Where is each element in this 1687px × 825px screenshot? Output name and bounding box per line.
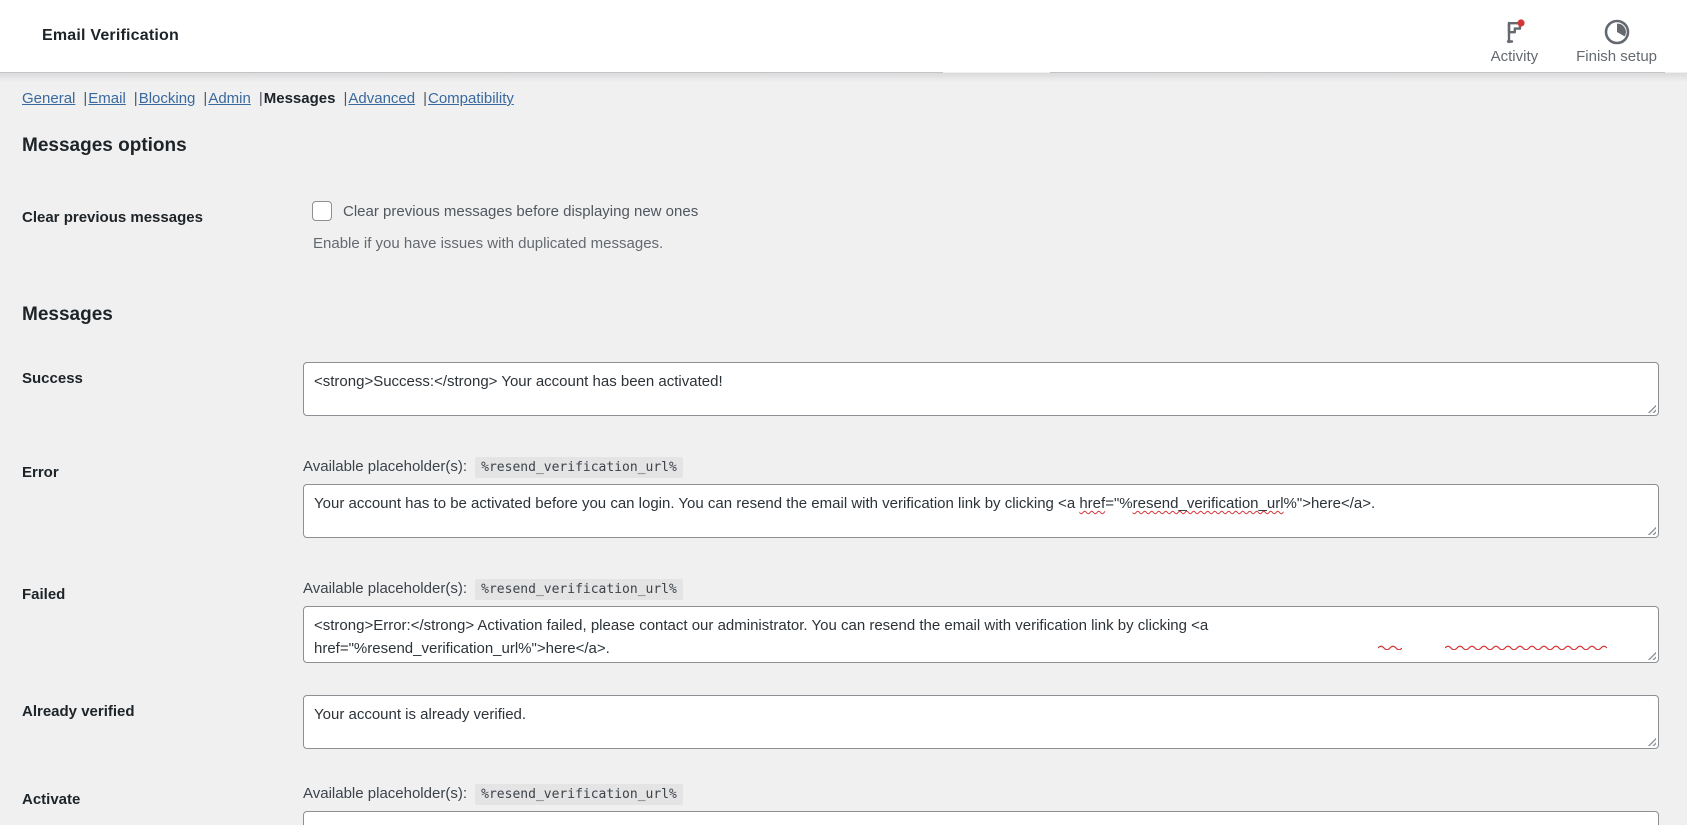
- available-placeholders-label: Available placeholder(s):: [303, 580, 467, 597]
- failed-message-line2: href="%resend_verification_url%">here</a…: [314, 640, 610, 657]
- page-title: Email Verification: [42, 27, 179, 44]
- failed-message-row: Failed Available placeholder(s): %resend…: [22, 578, 1659, 663]
- activity-label: Activity: [1490, 47, 1539, 65]
- tab-separator: |: [203, 90, 208, 107]
- resize-grip[interactable]: [1646, 525, 1656, 535]
- already-verified-content: Your account is already verified.: [303, 695, 1659, 749]
- activity-button[interactable]: Activity: [1490, 18, 1539, 65]
- settings-content: General |Email |Blocking |Admin |Messages |Ad…: [0, 73, 1687, 825]
- error-message-text: %">here</a>.: [1283, 495, 1376, 512]
- tab-separator: |: [343, 90, 348, 107]
- clear-previous-checkbox[interactable]: [312, 201, 332, 221]
- error-message-row: Error Available placeholder(s): %resend_…: [22, 456, 1659, 538]
- tab-messages[interactable]: Messages: [264, 90, 336, 107]
- error-content: Available placeholder(s): %resend_verifi…: [303, 456, 1659, 538]
- tab-separator: |: [258, 90, 263, 107]
- clear-previous-checkbox-row[interactable]: Clear previous messages before displayin…: [303, 201, 1659, 221]
- activate-content: Available placeholder(s): %resend_verifi…: [303, 783, 1659, 825]
- tab-advanced[interactable]: Advanced: [348, 90, 415, 107]
- placeholder-code-chip: %resend_verification_url%: [475, 784, 683, 805]
- misspelled-word: resend_verification_url: [1132, 495, 1284, 512]
- placeholder-code-chip: %resend_verification_url%: [475, 579, 683, 600]
- settings-tab-nav: General |Email |Blocking |Admin |Messages |Ad…: [22, 89, 1659, 109]
- tab-separator: |: [83, 90, 88, 107]
- tab-general[interactable]: General: [22, 90, 75, 107]
- failed-label: Failed: [22, 586, 66, 603]
- top-bar-actions: Activity Finish setup: [1491, 18, 1657, 65]
- email-verification-settings-page: Email Verification Activity Finish setup…: [0, 0, 1687, 825]
- success-message-text: <strong>Success:</strong> Your account h…: [314, 373, 723, 390]
- clear-previous-messages-content: Clear previous messages before displayin…: [303, 201, 1659, 252]
- resize-grip[interactable]: [1646, 403, 1656, 413]
- already-verified-message-row: Already verified Your account is already…: [22, 695, 1659, 749]
- misspelled-word: href: [1079, 495, 1106, 512]
- already-verified-text: Your account is already verified.: [314, 706, 527, 723]
- failed-content: Available placeholder(s): %resend_verifi…: [303, 578, 1659, 663]
- clear-previous-checkbox-text: Clear previous messages before displayin…: [343, 202, 699, 220]
- tab-admin[interactable]: Admin: [208, 90, 251, 107]
- tab-blocking[interactable]: Blocking: [139, 90, 196, 107]
- activate-label: Activate: [22, 791, 81, 808]
- activate-message-textarea[interactable]: [303, 811, 1659, 825]
- available-placeholders-line: Available placeholder(s): %resend_verifi…: [303, 456, 1659, 479]
- success-message-row: Success <strong>Success:</strong> Your a…: [22, 362, 1659, 416]
- top-bar: Email Verification Activity Finish setup: [0, 0, 1687, 72]
- tab-separator: |: [423, 90, 427, 107]
- clear-previous-messages-label: Clear previous messages: [22, 209, 203, 226]
- messages-options-heading: Messages options: [22, 135, 187, 156]
- error-message-textarea[interactable]: Your account has to be activated before …: [303, 484, 1659, 538]
- placeholder-code-chip: %resend_verification_url%: [475, 457, 683, 478]
- resize-grip[interactable]: [1646, 736, 1656, 746]
- failed-message-line1: <strong>Error:</strong> Activation faile…: [314, 617, 1209, 634]
- finish-setup-label: Finish setup: [1576, 47, 1657, 65]
- error-message-text: ="%: [1105, 495, 1133, 512]
- activate-message-row: Activate Available placeholder(s): %rese…: [22, 783, 1659, 825]
- available-placeholders-line: Available placeholder(s): %resend_verifi…: [303, 783, 1659, 806]
- clear-previous-messages-row: Clear previous messages Clear previous m…: [22, 201, 1659, 252]
- clear-previous-description: Enable if you have issues with duplicate…: [313, 235, 664, 252]
- failed-message-textarea[interactable]: <strong>Error:</strong> Activation faile…: [303, 606, 1659, 663]
- success-label: Success: [22, 370, 83, 387]
- available-placeholders-line: Available placeholder(s): %resend_verifi…: [303, 578, 1659, 601]
- progress-pie-icon: [1603, 18, 1631, 46]
- flag-icon: [1500, 18, 1528, 46]
- success-message-textarea[interactable]: <strong>Success:</strong> Your account h…: [303, 362, 1659, 416]
- error-message-text: Your account has to be activated before …: [314, 495, 1080, 512]
- spellcheck-squiggle: [1377, 634, 1403, 651]
- resize-grip[interactable]: [1646, 650, 1656, 660]
- tab-separator: |: [133, 90, 138, 107]
- tab-email[interactable]: Email: [88, 90, 126, 107]
- finish-setup-button[interactable]: Finish setup: [1576, 18, 1657, 65]
- spellcheck-squiggle: [1444, 634, 1608, 651]
- tab-compatibility[interactable]: Compatibility: [428, 90, 514, 107]
- available-placeholders-label: Available placeholder(s):: [303, 458, 467, 475]
- already-verified-label: Already verified: [22, 703, 135, 720]
- messages-heading: Messages: [22, 304, 113, 325]
- already-verified-textarea[interactable]: Your account is already verified.: [303, 695, 1659, 749]
- available-placeholders-label: Available placeholder(s):: [303, 785, 467, 802]
- success-content: <strong>Success:</strong> Your account h…: [303, 362, 1659, 416]
- error-label: Error: [22, 464, 59, 481]
